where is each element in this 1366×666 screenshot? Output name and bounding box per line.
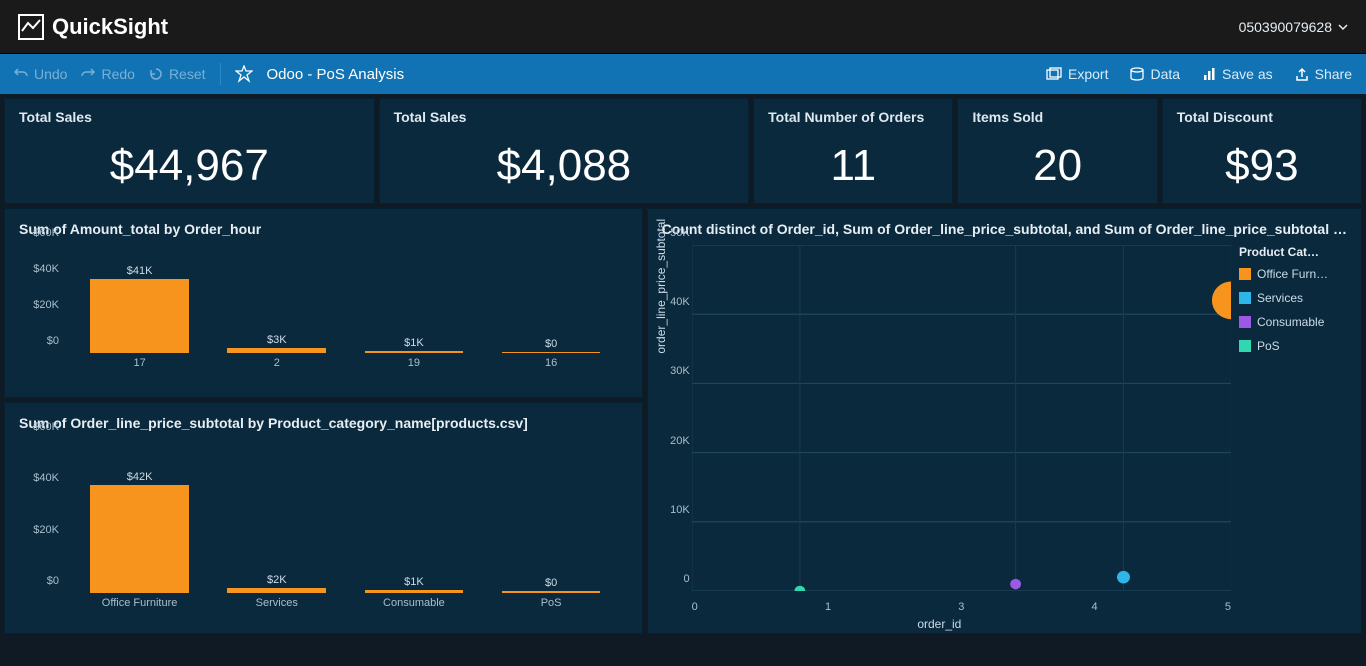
chevron-down-icon (1338, 22, 1348, 32)
scatter-y-ticks: 010K20K30K40K50K (664, 245, 690, 591)
brand-text: QuickSight (52, 14, 168, 40)
data-label: Data (1150, 66, 1180, 82)
kpi-value: $44,967 (19, 141, 360, 191)
kpi-label: Items Sold (972, 109, 1142, 125)
kpi-card[interactable]: Total Sales $44,967 (4, 98, 375, 204)
bar-chart: $0$20K$40K$60K$42K$2K$1K$0Office Furnitu… (19, 439, 628, 615)
redo-icon (81, 67, 95, 81)
kpi-card[interactable]: Total Number of Orders 11 (753, 98, 953, 204)
legend-item[interactable]: Office Furn… (1239, 267, 1349, 281)
export-button[interactable]: Export (1046, 66, 1108, 82)
kpi-label: Total Sales (19, 109, 360, 125)
quicksight-logo-icon (18, 14, 44, 40)
kpi-row: Total Sales $44,967Total Sales $4,088Tot… (4, 98, 1362, 204)
share-label: Share (1315, 66, 1352, 82)
scatter-chart-panel[interactable]: Count distinct of Order_id, Sum of Order… (647, 208, 1362, 634)
kpi-value: $4,088 (394, 141, 735, 191)
share-button[interactable]: Share (1295, 66, 1352, 82)
kpi-label: Total Discount (1177, 109, 1347, 125)
save-as-label: Save as (1222, 66, 1273, 82)
chart-title: Sum of Amount_total by Order_hour (19, 221, 628, 237)
kpi-card[interactable]: Total Discount $93 (1162, 98, 1362, 204)
kpi-value: 20 (972, 141, 1142, 191)
export-label: Export (1068, 66, 1108, 82)
redo-button[interactable]: Redo (81, 66, 134, 82)
legend-item[interactable]: PoS (1239, 339, 1349, 353)
dashboard: Total Sales $44,967Total Sales $4,088Tot… (0, 94, 1366, 638)
top-nav: QuickSight 050390079628 (0, 0, 1366, 54)
bar-chart-subtotal-by-category[interactable]: Sum of Order_line_price_subtotal by Prod… (4, 402, 643, 634)
reset-button[interactable]: Reset (149, 66, 206, 82)
undo-label: Undo (34, 66, 67, 82)
reset-icon (149, 67, 163, 81)
share-icon (1295, 67, 1309, 81)
kpi-card[interactable]: Total Sales $4,088 (379, 98, 750, 204)
undo-icon (14, 67, 28, 81)
data-button[interactable]: Data (1130, 66, 1180, 82)
scatter-plot-area (692, 245, 1231, 591)
legend-item[interactable]: Consumable (1239, 315, 1349, 329)
toolbar-separator (220, 63, 221, 85)
scatter-legend: Product Cat… Office Furn… Services Consuma… (1239, 245, 1349, 363)
left-column: Sum of Amount_total by Order_hour $0$20K… (4, 208, 643, 634)
save-as-button[interactable]: Save as (1202, 66, 1273, 82)
kpi-label: Total Number of Orders (768, 109, 938, 125)
scatter-x-ticks: 01345 (692, 601, 1231, 613)
bar-chart-amount-by-hour[interactable]: Sum of Amount_total by Order_hour $0$20K… (4, 208, 643, 398)
account-id: 050390079628 (1239, 19, 1332, 35)
account-menu[interactable]: 050390079628 (1239, 19, 1348, 35)
star-outline-icon (235, 65, 253, 83)
favorite-button[interactable] (235, 65, 253, 83)
scatter-x-axis-label: order_id (648, 617, 1231, 631)
legend-item[interactable]: Services (1239, 291, 1349, 305)
reset-label: Reset (169, 66, 206, 82)
kpi-value: $93 (1177, 141, 1347, 191)
kpi-card[interactable]: Items Sold 20 (957, 98, 1157, 204)
kpi-value: 11 (768, 141, 938, 191)
chart-title: Count distinct of Order_id, Sum of Order… (662, 221, 1347, 237)
legend-title: Product Cat… (1239, 245, 1349, 259)
charts-row: Sum of Amount_total by Order_hour $0$20K… (4, 208, 1362, 634)
undo-button[interactable]: Undo (14, 66, 67, 82)
toolbar: Undo Redo Reset Odoo - PoS Analysis Expo… (0, 54, 1366, 94)
save-as-icon (1202, 67, 1216, 81)
bar-chart: $0$20K$40K$60K$41K$3K$1K$01721916 (19, 245, 628, 375)
brand[interactable]: QuickSight (18, 14, 168, 40)
export-icon (1046, 67, 1062, 81)
redo-label: Redo (101, 66, 134, 82)
data-icon (1130, 67, 1144, 81)
chart-title: Sum of Order_line_price_subtotal by Prod… (19, 415, 628, 431)
kpi-label: Total Sales (394, 109, 735, 125)
analysis-title: Odoo - PoS Analysis (267, 66, 405, 83)
